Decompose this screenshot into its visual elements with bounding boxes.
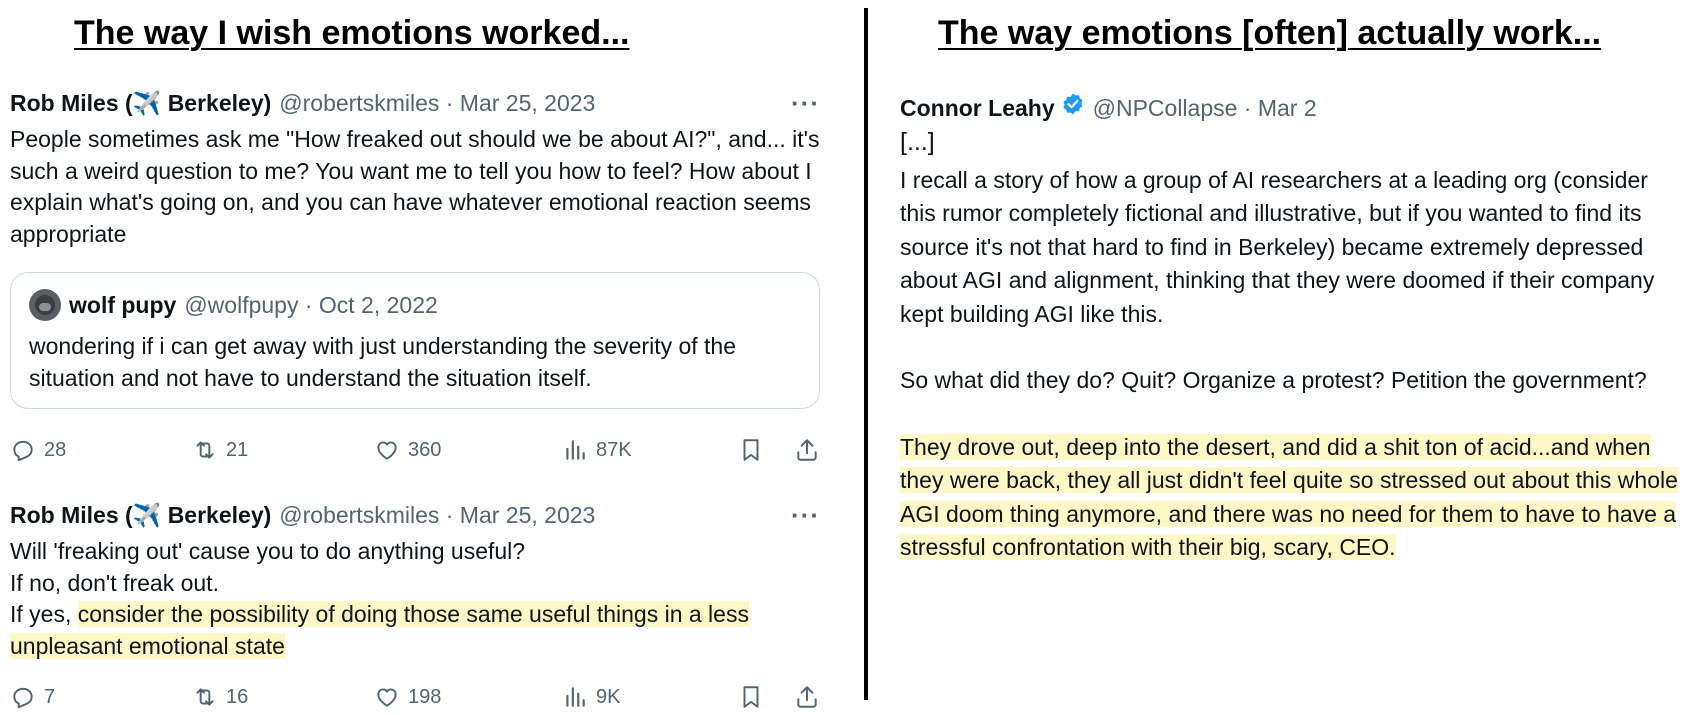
tweet-connor-leahy[interactable]: Connor Leahy @NPCollapse · Mar 2 [...] I… (900, 92, 1690, 565)
share-icon (797, 686, 817, 708)
author-handle-date[interactable]: @robertskmiles · Mar 25, 2023 (279, 90, 595, 117)
tweet-line: Will 'freaking out' cause you to do anyt… (10, 538, 526, 564)
share-icon (797, 439, 817, 461)
analytics-icon (566, 440, 585, 460)
reply-icon (13, 440, 33, 462)
paragraph: They drove out, deep into the desert, an… (900, 431, 1690, 565)
left-heading: The way I wish emotions worked... (74, 14, 630, 52)
avatar[interactable] (29, 289, 61, 321)
more-options-icon[interactable]: ··· (791, 88, 820, 119)
share-button[interactable] (794, 437, 820, 463)
retweet-count: 21 (226, 438, 249, 461)
reply-count: 28 (44, 438, 67, 461)
reply-button[interactable]: 28 (10, 437, 66, 463)
tweet-text: [...] I recall a story of how a group of… (900, 126, 1690, 565)
tweet-actions-2: 7 16 198 9K (10, 681, 820, 713)
tweet-header: Rob Miles (✈️ Berkeley) @robertskmiles ·… (10, 500, 820, 532)
retweet-button[interactable]: 16 (192, 684, 248, 710)
highlighted-text: They drove out, deep into the desert, an… (900, 433, 1678, 560)
reply-button[interactable]: 7 (10, 684, 55, 710)
share-button[interactable] (794, 684, 820, 710)
paragraph: So what did they do? Quit? Organize a pr… (900, 367, 1647, 393)
author-name[interactable]: Rob Miles (✈️ Berkeley) (10, 502, 271, 529)
retweet-icon (196, 441, 214, 459)
tweet-header: Rob Miles (✈️ Berkeley) @robertskmiles ·… (10, 88, 820, 120)
ellipsis-text: [...] (900, 128, 935, 156)
quoted-author-handle-date[interactable]: @wolfpupy · Oct 2, 2022 (184, 292, 437, 319)
column-divider (864, 8, 868, 700)
author-handle-date[interactable]: @NPCollapse · Mar 2 (1093, 95, 1317, 122)
view-count: 87K (596, 438, 632, 461)
author-handle-date[interactable]: @robertskmiles · Mar 25, 2023 (279, 502, 595, 529)
like-count: 198 (408, 685, 442, 708)
tweet-line-prefix: If yes, (10, 601, 78, 627)
quoted-tweet[interactable]: wolf pupy @wolfpupy · Oct 2, 2022 wonder… (10, 272, 820, 409)
reply-count: 7 (44, 685, 56, 708)
views-button[interactable]: 87K (562, 437, 632, 463)
quoted-tweet-header: wolf pupy @wolfpupy · Oct 2, 2022 (29, 289, 801, 321)
tweet-rob-miles-1[interactable]: Rob Miles (✈️ Berkeley) @robertskmiles ·… (10, 88, 820, 409)
highlighted-text: consider the possibility of doing those … (10, 601, 749, 659)
tweet-text: Will 'freaking out' cause you to do anyt… (10, 536, 820, 662)
right-heading: The way emotions [often] actually work..… (938, 14, 1602, 52)
author-name[interactable]: Rob Miles (✈️ Berkeley) (10, 90, 271, 117)
bookmark-button[interactable] (738, 437, 764, 463)
tweet-line: If no, don't freak out. (10, 569, 219, 596)
quoted-author-name[interactable]: wolf pupy (69, 292, 176, 319)
like-button[interactable]: 198 (374, 684, 441, 710)
analytics-icon (566, 687, 585, 707)
retweet-count: 16 (226, 685, 249, 708)
tweet-rob-miles-2[interactable]: Rob Miles (✈️ Berkeley) @robertskmiles ·… (10, 500, 820, 662)
like-count: 360 (408, 438, 442, 461)
tweet-header: Connor Leahy @NPCollapse · Mar 2 (900, 92, 1690, 122)
view-count: 9K (596, 685, 621, 708)
heart-icon (377, 688, 397, 707)
bookmark-button[interactable] (738, 684, 764, 710)
verified-badge-icon (1063, 93, 1083, 115)
author-name[interactable]: Connor Leahy (900, 95, 1055, 122)
like-button[interactable]: 360 (374, 437, 441, 463)
bookmark-icon (743, 686, 759, 708)
more-options-icon[interactable]: ··· (791, 500, 820, 531)
retweet-button[interactable]: 21 (192, 437, 248, 463)
views-button[interactable]: 9K (562, 684, 620, 710)
heart-icon (377, 441, 397, 460)
bookmark-icon (743, 439, 759, 461)
tweet-actions-1: 28 21 360 87K (10, 434, 820, 466)
quoted-tweet-text: wondering if i can get away with just un… (29, 333, 737, 391)
reply-icon (13, 687, 33, 709)
paragraph: I recall a story of how a group of AI re… (900, 166, 1655, 327)
retweet-icon (196, 688, 214, 706)
tweet-text: People sometimes ask me "How freaked out… (10, 126, 820, 247)
tweet-line: If yes, consider the possibility of doin… (10, 599, 820, 662)
